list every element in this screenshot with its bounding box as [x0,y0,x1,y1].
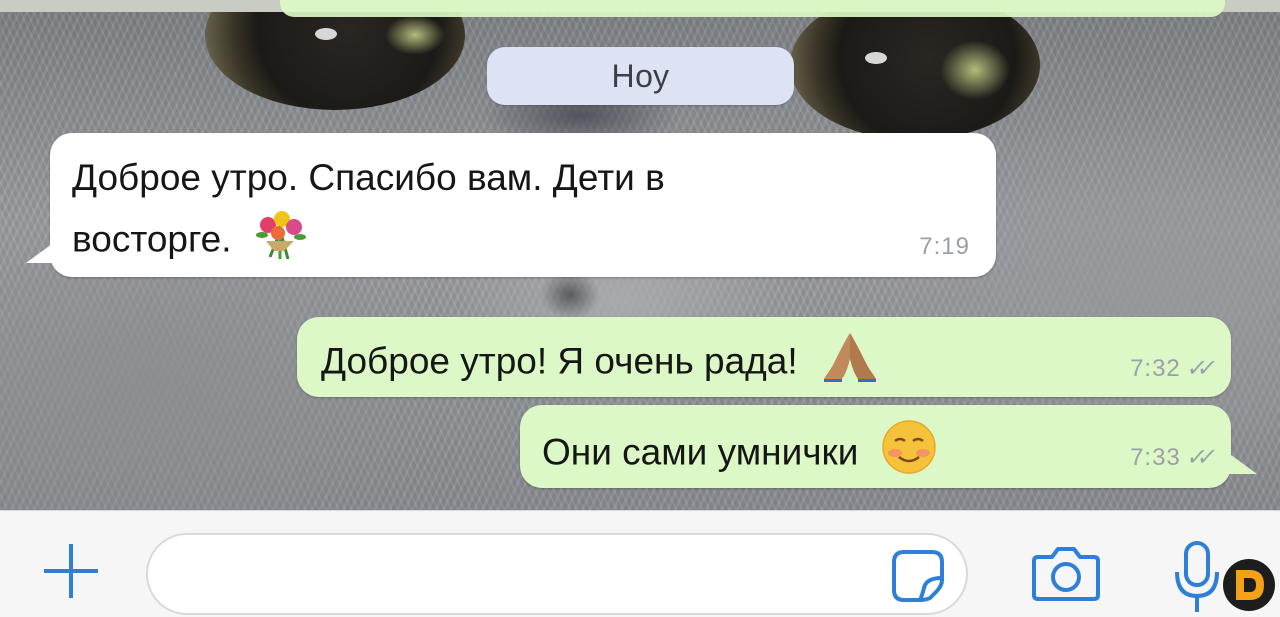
camera-icon [1032,547,1100,601]
wallpaper-cat-right-eye [790,0,1040,140]
microphone-icon [1175,541,1219,612]
double-check-icon: ✓✓ [1184,444,1210,471]
plus-icon [44,544,98,598]
message-timestamp: 7:32 ✓✓ [1130,355,1210,382]
chat-screen: Ноу Доброе утро. Спасибо вам. Дети в вос… [0,0,1280,617]
site-watermark-logo [1222,558,1276,612]
folded-hands-emoji-icon [820,329,880,398]
timestamp-text: 7:19 [919,233,970,260]
double-check-icon: ✓✓ [1184,355,1210,382]
previous-message-bubble[interactable] [280,0,1225,17]
message-text: Доброе утро! Я очень рада! [321,340,798,382]
incoming-message-bubble[interactable]: Доброе утро. Спасибо вам. Дети в восторг… [26,133,996,277]
watermark-logo-icon [1223,559,1275,611]
message-input-field[interactable] [146,533,968,615]
outgoing-message-bubble[interactable]: Они сами умнички 7:33 ✓✓ [520,405,1257,490]
bouquet-emoji-icon [254,207,310,276]
wallpaper-cat-mouth [540,270,600,320]
sticker-button[interactable] [890,548,946,604]
camera-button[interactable] [1030,545,1102,603]
message-text-with-emoji: Доброе утро! Я очень рада! [321,329,880,398]
message-text-with-emoji: Они сами умнички [542,419,937,490]
message-timestamp: 7:19 [919,235,970,259]
bubble-tail [1227,452,1257,474]
message-timestamp: 7:33 ✓✓ [1130,444,1210,471]
microphone-button[interactable] [1172,540,1222,615]
message-text-line: восторге. [72,218,232,260]
timestamp-text: 7:32 [1130,355,1181,382]
message-text: Они сами умнички [542,431,859,473]
smiling-blush-emoji-icon [881,419,937,490]
bubble-tail [26,241,56,263]
timestamp-text: 7:33 [1130,444,1181,471]
sticker-icon [892,550,944,602]
date-chip: Ноу [487,47,794,105]
attach-button[interactable] [40,540,102,602]
message-text-line: Доброе утро. Спасибо вам. Дети в [72,157,665,198]
outgoing-message-bubble[interactable]: Доброе утро! Я очень рада! 7:32 ✓✓ [297,317,1231,397]
message-text-line-with-emoji: восторге. [72,207,310,276]
